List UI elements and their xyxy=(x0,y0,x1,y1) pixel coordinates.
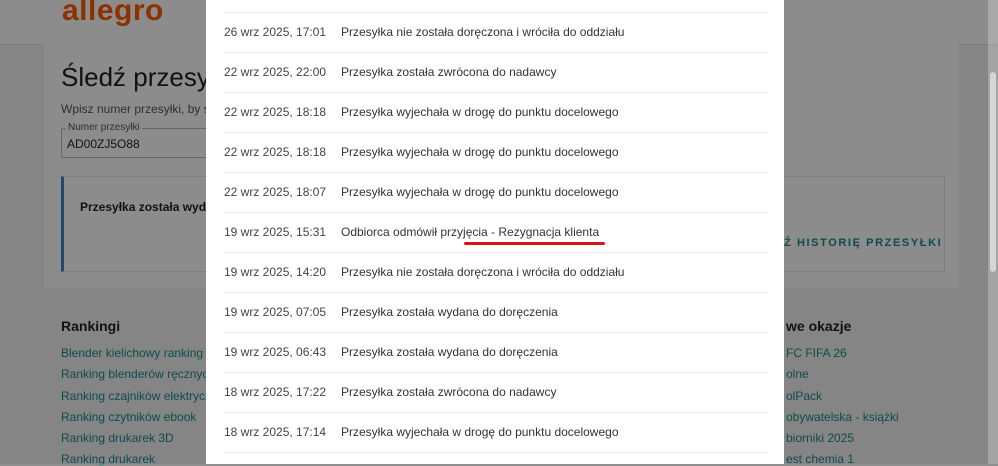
history-description: Przesyłka wyjechała w drogę do punktu do… xyxy=(341,185,619,199)
history-date: 22 wrz 2025, 18:18 xyxy=(224,145,327,159)
history-description: Przesyłka nie została doręczona i wrócił… xyxy=(341,265,625,279)
history-date: 22 wrz 2025, 18:07 xyxy=(224,185,327,199)
history-description: Przesyłka nie została doręczona i wrócił… xyxy=(341,25,625,39)
history-description: Przesyłka została zwrócona do nadawcy xyxy=(341,65,557,79)
page-scrollbar-thumb[interactable] xyxy=(990,72,996,272)
history-row: 19 wrz 2025, 15:31 Odbiorca odmówił przy… xyxy=(224,213,767,253)
history-date: 19 wrz 2025, 15:31 xyxy=(224,225,327,239)
history-row: 18 wrz 2025, 17:14 Przesyłka wyjechała w… xyxy=(224,413,767,453)
history-row: 19 wrz 2025, 14:20 Przesyłka nie została… xyxy=(224,253,767,293)
history-list: 26 wrz 2025, 17:01 Przesyłka nie została… xyxy=(224,0,767,453)
red-underline-annotation xyxy=(464,242,605,245)
history-date: 19 wrz 2025, 07:05 xyxy=(224,305,327,319)
history-description: Przesyłka wyjechała w drogę do punktu do… xyxy=(341,425,619,439)
history-description: Przesyłka wyjechała w drogę do punktu do… xyxy=(341,105,619,119)
history-row: 26 wrz 2025, 17:01 Przesyłka nie została… xyxy=(224,12,767,53)
history-row: 22 wrz 2025, 18:18 Przesyłka wyjechała w… xyxy=(224,93,767,133)
history-description: Przesyłka została zwrócona do nadawcy xyxy=(341,385,557,399)
history-modal: 26 wrz 2025, 17:01 Przesyłka nie została… xyxy=(206,0,784,464)
history-row: 22 wrz 2025, 18:07 Przesyłka wyjechała w… xyxy=(224,173,767,213)
history-date: 19 wrz 2025, 14:20 xyxy=(224,265,327,279)
history-date: 22 wrz 2025, 18:18 xyxy=(224,105,327,119)
history-row: 22 wrz 2025, 22:00 Przesyłka została zwr… xyxy=(224,53,767,93)
history-description: Przesyłka wyjechała w drogę do punktu do… xyxy=(341,145,619,159)
history-row: 18 wrz 2025, 17:22 Przesyłka została zwr… xyxy=(224,373,767,413)
history-date: 22 wrz 2025, 22:00 xyxy=(224,65,327,79)
history-date: 18 wrz 2025, 17:22 xyxy=(224,385,327,399)
history-row: 22 wrz 2025, 18:18 Przesyłka wyjechała w… xyxy=(224,133,767,173)
history-description: Przesyłka została wydana do doręczenia xyxy=(341,305,558,319)
history-date: 26 wrz 2025, 17:01 xyxy=(224,25,327,39)
history-row: 19 wrz 2025, 07:05 Przesyłka została wyd… xyxy=(224,293,767,333)
history-date: 18 wrz 2025, 17:14 xyxy=(224,425,327,439)
history-date: 19 wrz 2025, 06:43 xyxy=(224,345,327,359)
history-description: Odbiorca odmówił przyjęcia - Rezygnacja … xyxy=(341,225,600,239)
history-row: 19 wrz 2025, 06:43 Przesyłka została wyd… xyxy=(224,333,767,373)
history-description: Przesyłka została wydana do doręczenia xyxy=(341,345,558,359)
